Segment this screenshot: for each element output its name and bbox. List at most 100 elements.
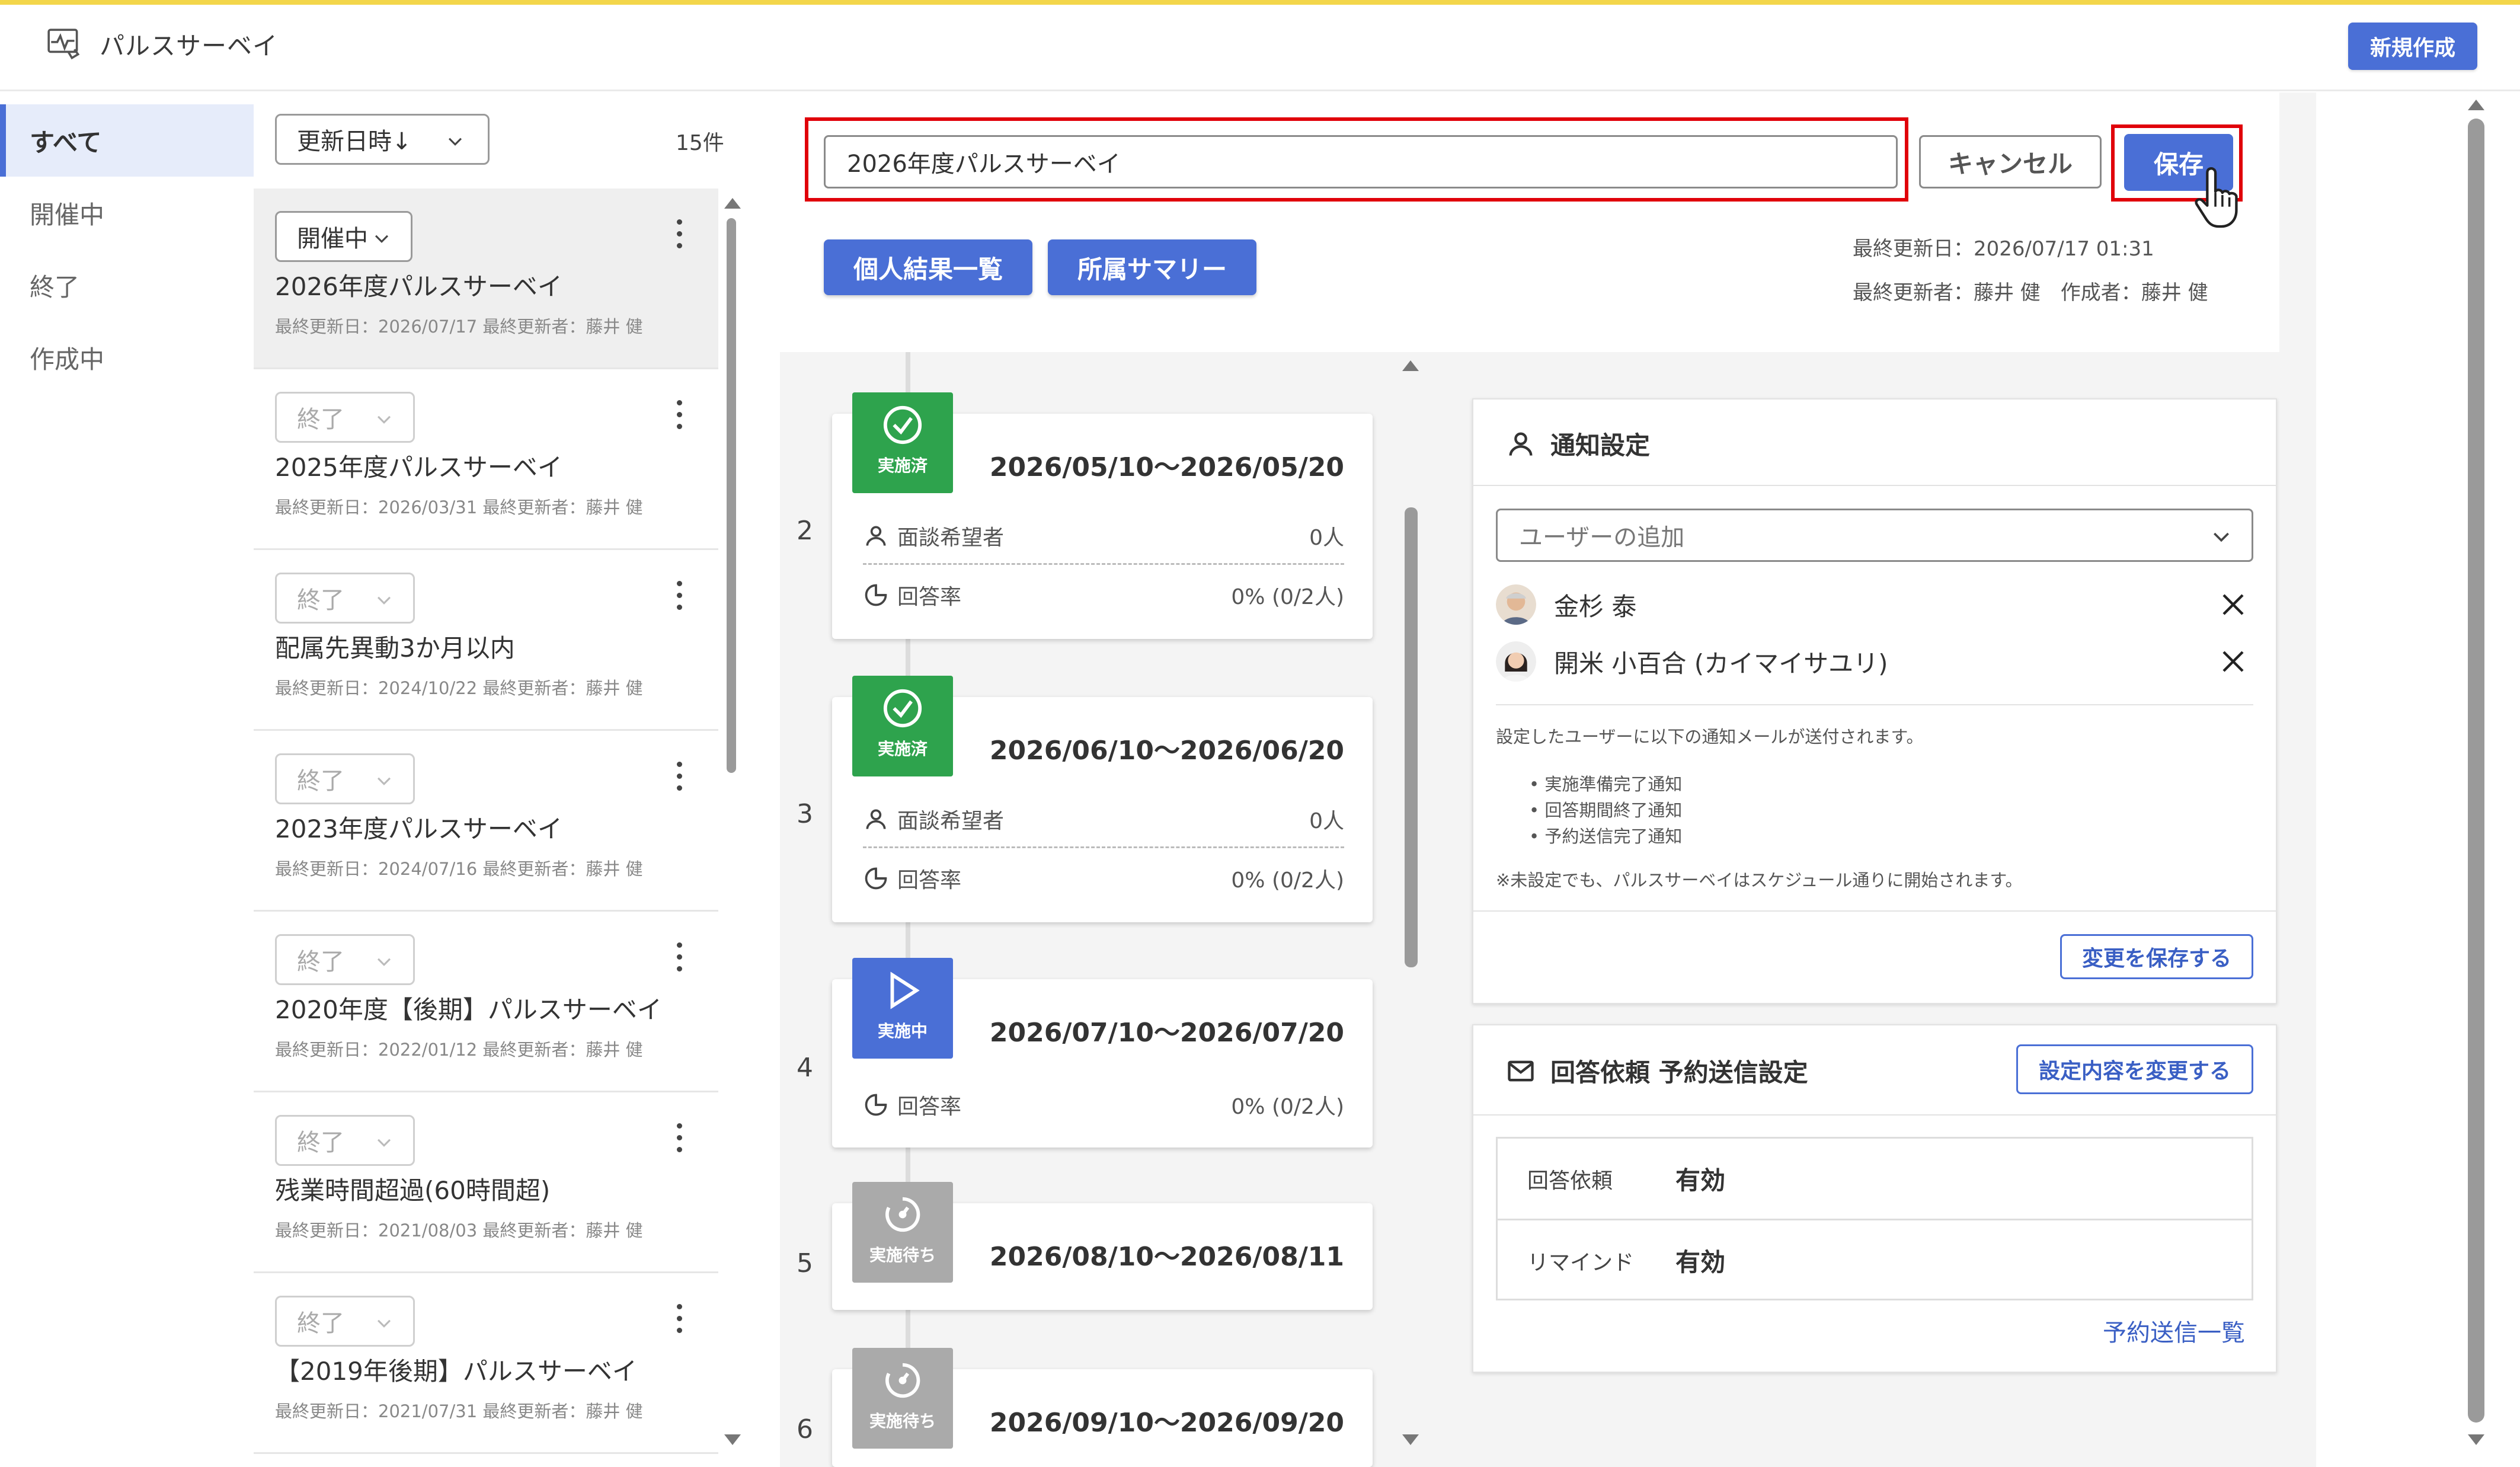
badge-label: 実施待ち xyxy=(869,1245,936,1265)
status-badge: 実施待ち xyxy=(852,1182,953,1283)
survey-title: 配属先異動3か月以内 xyxy=(275,634,515,663)
timeline-scrollbar[interactable] xyxy=(1405,507,1418,967)
round-period: 2026/07/10～2026/07/20 xyxy=(989,1018,1344,1048)
page-scroll-up[interactable] xyxy=(2468,100,2484,110)
list-scrollbar[interactable] xyxy=(727,218,736,773)
survey-title: 2025年度パルスサーベイ xyxy=(275,453,562,482)
tab-individual-results[interactable]: 個人結果一覧 xyxy=(824,239,1032,295)
more-options-icon[interactable] xyxy=(676,762,683,795)
page-scroll-down[interactable] xyxy=(2468,1434,2484,1445)
table-value: 有効 xyxy=(1675,1166,1726,1195)
more-options-icon[interactable] xyxy=(676,219,683,253)
survey-title: 残業時間超過(60時間超) xyxy=(275,1176,551,1205)
notify-user-row: 金杉 泰 xyxy=(1496,576,2253,633)
status-dropdown[interactable]: 終了 xyxy=(275,934,415,985)
status-dropdown[interactable]: 終了 xyxy=(275,1115,415,1166)
change-settings-button[interactable]: 設定内容を変更する xyxy=(2016,1044,2253,1094)
user-icon xyxy=(866,809,886,829)
table-key: 回答依頼 xyxy=(1527,1168,1613,1193)
more-options-icon[interactable] xyxy=(676,942,683,976)
survey-list-item[interactable]: 終了 配属先異動3か月以内 最終更新日：2024/10/22 最終更新者：藤井 … xyxy=(254,550,718,731)
notify-bullet: • 予約送信完了通知 xyxy=(1529,826,1683,846)
round-period: 2026/08/10～2026/08/11 xyxy=(989,1242,1344,1272)
play-icon xyxy=(890,971,920,1009)
chevron-down-icon xyxy=(2214,532,2229,542)
reservation-list-link[interactable]: 予約送信一覧 xyxy=(2103,1313,2245,1348)
survey-list-item[interactable]: 開催中 2026年度パルスサーベイ 最終更新日：2026/07/17 最終更新者… xyxy=(254,188,718,369)
survey-title: 2020年度【後期】パルスサーベイ xyxy=(275,995,662,1024)
round-period: 2026/05/10～2026/05/20 xyxy=(989,452,1344,482)
survey-list-item[interactable]: 終了 残業時間超過(60時間超) 最終更新日：2021/08/03 最終更新者：… xyxy=(254,1092,718,1273)
chevron-down-icon xyxy=(375,235,389,243)
check-circle-icon xyxy=(883,689,922,728)
cancel-button[interactable]: キャンセル xyxy=(1919,135,2102,188)
round-period: 2026/06/10～2026/06/20 xyxy=(989,736,1344,766)
status-label: 終了 xyxy=(297,768,344,795)
notification-settings-panel xyxy=(1472,398,2277,1004)
status-dropdown[interactable]: 終了 xyxy=(275,392,415,443)
timeline-scroll-up[interactable] xyxy=(1402,360,1419,371)
user-icon xyxy=(1509,432,1533,456)
status-dropdown[interactable]: 開催中 xyxy=(275,211,412,262)
row-label: 回答率 xyxy=(897,868,962,893)
survey-count: 15件 xyxy=(676,131,724,155)
survey-list-item[interactable]: 終了 【2019年後期】パルスサーベイ 最終更新日：2021/07/31 最終更… xyxy=(254,1273,718,1454)
filter-finished[interactable]: 終了 xyxy=(0,249,254,321)
round-number: 3 xyxy=(797,799,813,829)
table-row: リマインド 有効 xyxy=(1498,1220,2252,1300)
survey-list-item[interactable]: 終了 2023年度パルスサーベイ 最終更新日：2024/07/16 最終更新者：… xyxy=(254,731,718,912)
filter-draft[interactable]: 作成中 xyxy=(0,321,254,394)
close-icon[interactable] xyxy=(2219,590,2247,619)
more-options-icon[interactable] xyxy=(676,581,683,614)
panel-title-text: 回答依頼 予約送信設定 xyxy=(1550,1058,1808,1087)
status-dropdown[interactable]: 終了 xyxy=(275,1296,415,1347)
tab-department-summary[interactable]: 所属サマリー xyxy=(1048,239,1256,295)
sort-dropdown[interactable]: 更新日時↓ xyxy=(275,114,490,165)
pie-chart-icon xyxy=(865,584,887,606)
divider xyxy=(1473,1114,2276,1116)
status-dropdown[interactable]: 終了 xyxy=(275,753,415,804)
row-value: 0% (0/2人) xyxy=(1231,1095,1344,1119)
table-value: 有効 xyxy=(1675,1248,1726,1277)
close-icon[interactable] xyxy=(2219,647,2247,676)
page-scrollbar[interactable] xyxy=(2468,119,2484,1423)
row-value: 0人 xyxy=(1309,526,1344,550)
reservation-settings-table: 回答依頼 有効 リマインド 有効 xyxy=(1496,1137,2253,1300)
row-label: 回答率 xyxy=(897,585,962,609)
status-label: 終了 xyxy=(297,1129,344,1156)
filter-all[interactable]: すべて xyxy=(0,104,254,177)
list-scroll-up[interactable] xyxy=(724,198,741,209)
badge-label: 実施中 xyxy=(877,1021,928,1041)
status-dropdown[interactable]: 終了 xyxy=(275,573,415,624)
survey-meta: 最終更新日：2024/10/22 最終更新者：藤井 健 xyxy=(275,678,643,698)
survey-meta: 最終更新日：2026/07/17 最終更新者：藤井 健 xyxy=(275,317,643,337)
status-label: 開催中 xyxy=(297,225,368,253)
round-number: 6 xyxy=(797,1414,813,1444)
more-options-icon[interactable] xyxy=(676,1304,683,1337)
chevron-down-icon xyxy=(377,1319,391,1328)
survey-list-item[interactable]: 終了 2020年度【後期】パルスサーベイ 最終更新日：2022/01/12 最終… xyxy=(254,912,718,1092)
timeline-scroll-down[interactable] xyxy=(1402,1434,1419,1445)
status-label: 終了 xyxy=(297,587,344,614)
survey-list-item[interactable]: 終了 2025年度パルスサーベイ 最終更新日：2026/03/31 最終更新者：… xyxy=(254,369,718,550)
list-scroll-down[interactable] xyxy=(724,1434,741,1445)
more-options-icon[interactable] xyxy=(676,400,683,433)
row-label: 回答率 xyxy=(897,1095,962,1119)
round-number: 2 xyxy=(797,516,813,546)
mail-icon xyxy=(1508,1060,1534,1081)
status-label: 終了 xyxy=(297,948,344,976)
survey-meta: 最終更新日：2021/08/03 最終更新者：藤井 健 xyxy=(275,1220,643,1241)
avatar xyxy=(1496,641,1536,682)
save-changes-button[interactable]: 変更を保存する xyxy=(2060,934,2253,979)
add-user-select[interactable]: ユーザーの追加 xyxy=(1496,509,2253,562)
badge-label: 実施済 xyxy=(877,739,928,759)
divider xyxy=(1473,485,2276,486)
more-options-icon[interactable] xyxy=(676,1123,683,1156)
new-survey-button[interactable]: 新規作成 xyxy=(2348,23,2477,70)
user-name: 開米 小百合 (カイマイサユリ) xyxy=(1554,648,1888,678)
survey-name-input[interactable]: 2026年度パルスサーベイ xyxy=(824,135,1898,188)
status-badge: 実施済 xyxy=(852,676,953,776)
chevron-down-icon xyxy=(377,777,391,785)
interview-row: 面談希望者 0人 xyxy=(863,795,1344,843)
filter-open[interactable]: 開催中 xyxy=(0,177,254,249)
